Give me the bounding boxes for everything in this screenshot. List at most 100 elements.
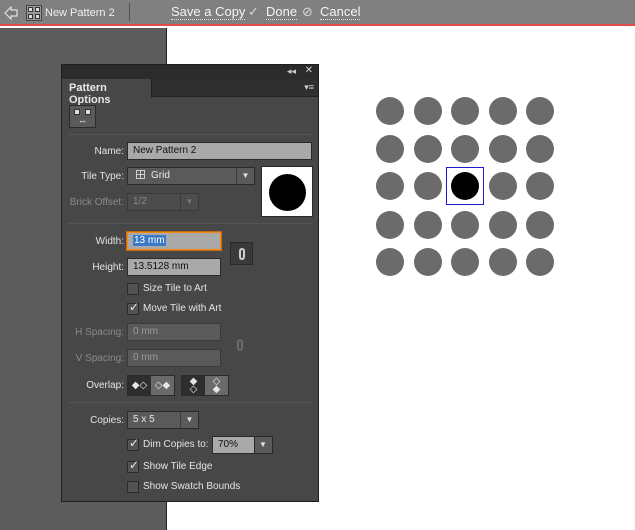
document-title: New Pattern 2 — [45, 7, 115, 19]
pattern-copy-dot — [451, 97, 479, 125]
tab-pattern-options[interactable]: Pattern Options — [62, 79, 152, 106]
width-value: 13 mm — [133, 235, 166, 246]
dim-copies-label: Dim Copies to: — [143, 439, 209, 450]
resize-arrows-icon: ↔ — [78, 115, 87, 125]
cancel-icon: ⊘ — [302, 4, 313, 19]
copies-dropdown[interactable]: 5 x 5 ▼ — [127, 411, 199, 429]
show-swatch-bounds-checkbox[interactable] — [127, 481, 139, 493]
checkmark-icon: ✓ — [129, 436, 140, 450]
height-input[interactable]: 13.5128 mm — [127, 258, 221, 276]
chevron-down-icon: ▼ — [180, 412, 198, 428]
diamonds-right-front-icon: ◇◆ — [154, 380, 171, 391]
diamonds-top-front-icon: ◆ ◇ — [189, 375, 198, 395]
grid-icon — [136, 170, 145, 179]
left-in-front-button[interactable]: ◆◇ — [128, 376, 151, 395]
pattern-copy-dot — [526, 97, 554, 125]
tile-edge-box[interactable] — [446, 167, 484, 205]
move-tile-with-art-checkbox[interactable]: ✓ — [127, 300, 140, 315]
pattern-tile-tool-button[interactable]: ↔ — [69, 105, 96, 128]
tile-type-dropdown[interactable]: Grid ▼ — [127, 167, 255, 185]
show-tile-edge-checkbox[interactable]: ✓ — [127, 458, 140, 473]
pattern-icon — [26, 5, 42, 21]
tile-type-value: Grid — [151, 170, 170, 181]
close-icon[interactable]: ✕ — [305, 65, 313, 76]
pattern-options-panel: ◂◂ ✕ Pattern Options ▾≡ ↔ Name: New Patt… — [61, 64, 319, 502]
panel-menu-icon[interactable]: ▾≡ — [304, 82, 314, 93]
pattern-copy-dot — [376, 172, 404, 200]
divider — [68, 223, 312, 224]
pattern-copy-dot — [526, 172, 554, 200]
pattern-copy-dot — [413, 134, 442, 163]
pattern-copy-dot — [526, 248, 554, 276]
pattern-copy-dot — [488, 97, 517, 125]
brick-offset-dropdown[interactable]: 1/2 ▼ — [127, 193, 199, 211]
pattern-copy-dot — [488, 172, 517, 200]
divider — [68, 402, 312, 403]
constrain-proportions-button[interactable] — [230, 242, 253, 265]
move-tile-with-art-label: Move Tile with Art — [143, 303, 222, 314]
pattern-copy-dot — [451, 210, 479, 239]
top-in-front-button[interactable]: ◆ ◇ — [182, 376, 205, 395]
cancel-button[interactable]: Cancel — [320, 4, 361, 20]
h-spacing-input[interactable]: 0 mm — [127, 323, 221, 341]
v-spacing-input[interactable]: 0 mm — [127, 349, 221, 367]
pattern-copy-dot — [376, 248, 404, 276]
pattern-copy-dot — [451, 248, 479, 276]
chevron-down-icon: ▼ — [236, 168, 254, 184]
back-arrow-icon[interactable] — [4, 6, 18, 20]
pattern-copy-dot — [413, 248, 442, 276]
checkmark-icon: ✓ — [129, 458, 140, 472]
pattern-copy-dot — [413, 210, 442, 239]
dim-copies-dropdown[interactable]: ▼ — [254, 436, 273, 454]
vertical-overlap-group: ◆ ◇ ◇ ◆ — [181, 375, 229, 396]
horizontal-overlap-group: ◆◇ ◇◆ — [127, 375, 175, 396]
divider — [129, 3, 130, 21]
name-input[interactable]: New Pattern 2 — [127, 142, 312, 160]
chevron-down-icon: ▼ — [259, 440, 267, 449]
v-spacing-label: V Spacing: — [75, 353, 124, 364]
dim-copies-checkbox[interactable]: ✓ — [127, 436, 140, 451]
link-icon — [239, 248, 245, 260]
pattern-copy-dot — [526, 210, 554, 239]
tile-type-label: Tile Type: — [81, 171, 124, 182]
chevron-down-icon: ▼ — [180, 194, 198, 210]
size-tile-to-art-checkbox[interactable] — [127, 283, 139, 295]
overlap-label: Overlap: — [86, 380, 124, 391]
pattern-copy-dot — [488, 248, 517, 276]
diamonds-bottom-front-icon: ◇ ◆ — [212, 375, 221, 395]
size-tile-to-art-label: Size Tile to Art — [143, 283, 207, 294]
pattern-copy-dot — [526, 134, 554, 163]
diamonds-left-front-icon: ◆◇ — [131, 380, 148, 391]
bottom-in-front-button[interactable]: ◇ ◆ — [205, 376, 228, 395]
show-tile-edge-label: Show Tile Edge — [143, 461, 213, 472]
pattern-edit-bar: New Pattern 2 Save a Copy ✓ Done ⊘ Cance… — [0, 0, 635, 26]
pattern-copy-dot — [413, 172, 442, 200]
pattern-copy-dot — [413, 97, 442, 125]
name-label: Name: — [94, 146, 124, 157]
pattern-copy-dot — [488, 134, 517, 163]
pattern-copy-dot — [376, 134, 404, 163]
divider — [68, 134, 312, 135]
done-button[interactable]: Done — [266, 4, 298, 20]
pattern-copy-dot — [451, 134, 479, 163]
width-label: Width: — [95, 236, 124, 247]
pattern-copy-dot — [376, 210, 404, 239]
pattern-copy-dot — [488, 210, 517, 239]
copies-label: Copies: — [90, 415, 124, 426]
panel-titlebar[interactable]: ◂◂ ✕ — [62, 65, 318, 79]
h-spacing-label: H Spacing: — [75, 327, 124, 338]
panel-tab-row: Pattern Options ▾≡ — [62, 79, 318, 106]
height-label: Height: — [92, 262, 124, 273]
copies-value: 5 x 5 — [133, 414, 155, 425]
pattern-copy-dot — [376, 97, 404, 125]
right-in-front-button[interactable]: ◇◆ — [151, 376, 174, 395]
width-input[interactable]: 13 mm — [127, 232, 221, 250]
collapse-icon[interactable]: ◂◂ — [287, 66, 296, 77]
brick-offset-value: 1/2 — [133, 196, 147, 207]
save-copy-button[interactable]: Save a Copy — [171, 4, 246, 20]
checkmark-icon: ✓ — [248, 4, 259, 19]
spacing-link-icon[interactable] — [235, 338, 245, 352]
tile-preview-swatch — [261, 166, 313, 217]
checkmark-icon: ✓ — [129, 300, 140, 314]
brick-offset-label: Brick Offset: — [69, 197, 124, 208]
